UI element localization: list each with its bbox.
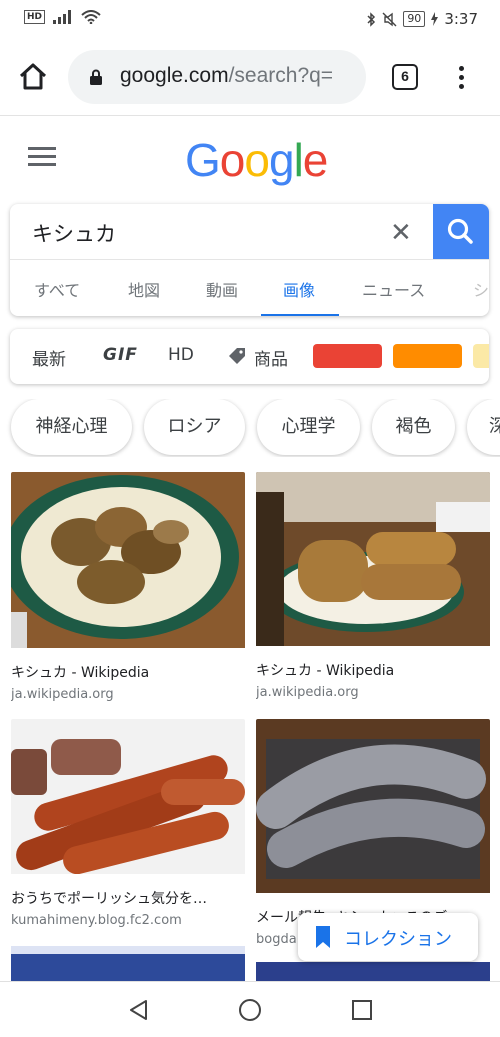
bluetooth-icon [367,11,376,27]
signal-icon [53,10,72,24]
result-title: キシュカ - Wikipedia [256,663,395,679]
filter-hd[interactable]: HD [168,345,194,365]
result-thumbnail[interactable] [256,472,490,650]
tab-news[interactable]: ニュース [362,277,425,301]
lock-icon [90,69,102,85]
image-result[interactable]: キシュカ - Wikipedia ja.wikipedia.org [256,472,490,700]
filter-gif[interactable]: GIF [103,345,138,365]
related-searches: 神経心理 ロシア 心理学 褐色 深 [0,399,500,457]
chip-psychology[interactable]: 心理学 [257,399,360,455]
search-box-card: キシュカ ✕ すべて 地図 動画 画像 ニュース シ [10,204,489,316]
filter-color-yellow[interactable] [473,344,489,368]
result-source: ja.wikipedia.org [11,687,114,702]
search-button[interactable] [433,204,489,259]
url-domain: google.com [120,64,229,87]
result-thumbnail[interactable] [256,719,490,897]
image-result-thumbnail-partial[interactable] [256,962,490,981]
more-options-icon[interactable] [452,64,470,90]
wifi-icon [81,10,101,24]
clear-search-icon[interactable]: ✕ [390,218,412,248]
tab-more[interactable]: シ [473,277,489,301]
filter-color-red[interactable] [313,344,382,368]
battery-indicator: 90 [403,11,426,27]
chip-brown[interactable]: 褐色 [372,399,455,455]
home-button[interactable] [16,60,50,94]
logo-letter: o [244,134,270,186]
hamburger-menu-icon[interactable] [28,147,56,171]
image-result[interactable]: キシュカ - Wikipedia ja.wikipedia.org [11,472,245,702]
collection-button[interactable]: コレクション [298,913,478,961]
image-result-thumbnail-partial[interactable] [11,946,245,981]
logo-letter: o [219,134,246,186]
tab-images[interactable]: 画像 [283,277,315,301]
filter-recent[interactable]: 最新 [32,345,66,370]
recents-icon[interactable] [350,998,374,1022]
google-logo[interactable]: Google [185,133,329,187]
chip-neuropsychology[interactable]: 神経心理 [11,399,132,455]
search-tabs: すべて 地図 動画 画像 ニュース シ [10,259,489,316]
tab-maps[interactable]: 地図 [128,277,160,301]
logo-letter: e [302,134,329,186]
url-text: google.com/search?q= [120,64,360,88]
system-navigation-bar [0,981,500,1037]
image-result[interactable]: おうちでポーリッシュ気分を… kumahimeny.blog.fc2.com [11,719,245,928]
back-icon[interactable] [127,998,151,1022]
logo-letter: l [293,134,304,186]
chip-deep[interactable]: 深 [467,399,500,455]
filter-color-orange[interactable] [393,344,462,368]
network-hd-badge: HD [24,10,46,24]
bookmark-icon [316,926,330,948]
mute-icon [382,12,397,26]
result-title: キシュカ - Wikipedia [11,665,150,681]
search-input[interactable]: キシュカ [32,218,116,248]
clock: 3:37 [444,10,478,28]
status-bar: HD 90 3:37 [0,0,500,38]
active-tab-indicator [261,314,339,316]
home-nav-icon[interactable] [238,998,262,1022]
google-header: Google [0,117,500,197]
tab-switcher-button[interactable]: 6 [392,64,418,90]
filter-products[interactable]: 商品 [254,345,288,370]
result-source: ja.wikipedia.org [256,685,359,700]
home-icon [19,63,47,90]
image-filter-bar: 最新 GIF HD 商品 [10,329,489,384]
address-bar[interactable]: google.com/search?q= [68,50,366,104]
collection-label: コレクション [344,929,452,950]
result-thumbnail[interactable] [11,472,245,652]
search-icon [447,218,473,244]
logo-letter: G [185,134,221,186]
tag-icon [229,348,245,364]
result-title: おうちでポーリッシュ気分を… [11,891,207,907]
tab-all[interactable]: すべて [34,277,80,301]
result-source: kumahimeny.blog.fc2.com [11,913,182,928]
result-thumbnail[interactable] [11,719,245,878]
browser-toolbar: google.com/search?q= 6 [0,38,500,116]
logo-letter: g [268,134,295,186]
charging-icon [431,12,439,26]
url-path: /search?q= [228,64,334,87]
tab-videos[interactable]: 動画 [206,277,238,301]
chip-russia[interactable]: ロシア [144,399,245,455]
